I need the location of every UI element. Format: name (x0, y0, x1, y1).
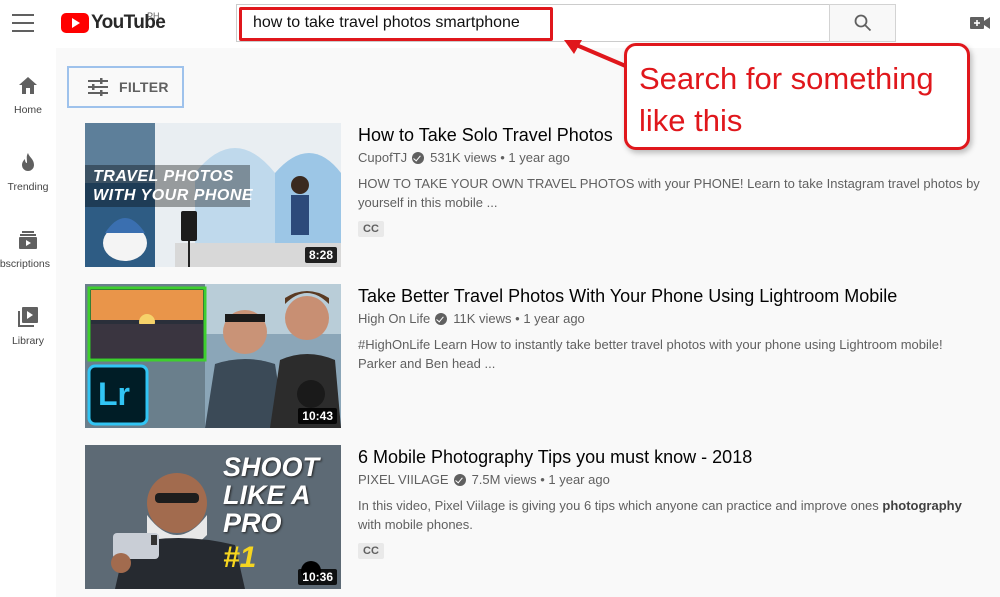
create-video-icon[interactable] (970, 15, 990, 31)
video-duration: 10:36 (298, 569, 337, 585)
thumbnail-text: PRO (223, 508, 282, 538)
callout-line: Search for something (639, 61, 934, 96)
upload-age: 1 year ago (523, 311, 585, 326)
video-result: SHOOT LIKE A PRO #1 10:36 6 Mobile Photo… (85, 445, 985, 590)
description-line: with mobile phones. (358, 517, 473, 532)
subscriptions-icon (19, 231, 37, 249)
thumbnail-caption: SHOOT LIKE A PRO (223, 453, 319, 537)
flame-icon (22, 153, 34, 171)
video-thumbnail[interactable]: Lr 10:43 (85, 284, 341, 428)
sliders-icon (88, 78, 108, 96)
channel-name[interactable]: High On Life (358, 311, 430, 326)
cc-badge: CC (358, 543, 384, 559)
video-meta: PIXEL VIILAGE 7.5M views • 1 year ago (358, 472, 988, 487)
cc-badge: CC (358, 221, 384, 237)
search-button[interactable] (829, 4, 896, 42)
thumbnail-caption: TRAVEL PHOTOS WITH YOUR PHONE (93, 167, 253, 205)
search-input[interactable]: how to take travel photos smartphone (236, 4, 830, 42)
description-line: HOW TO TAKE YOUR OWN TRAVEL PHOTOS with … (358, 176, 980, 191)
meta-separator: • (536, 472, 549, 487)
country-code: PH (147, 11, 160, 21)
sidebar-item-subscriptions[interactable]: ubscriptions (0, 228, 56, 270)
meta-separator: • (511, 311, 524, 326)
verified-icon (435, 312, 448, 325)
description-line: Parker and Ben head ... (358, 356, 496, 371)
thumbnail-text: TRAVEL PHOTOS (93, 168, 234, 185)
video-description: In this video, Pixel Viilage is giving y… (358, 496, 988, 534)
channel-name[interactable]: CupofTJ (358, 150, 407, 165)
view-count: 531K views (430, 150, 497, 165)
thumbnail-text: SHOOT (223, 452, 320, 482)
thumbnail-text: LIKE A (223, 480, 311, 510)
description-line: In this video, Pixel Viilage is giving y… (358, 496, 988, 515)
filter-button[interactable]: FILTER (67, 66, 184, 108)
video-meta: CupofTJ 531K views • 1 year ago (358, 150, 988, 165)
meta-separator: • (496, 150, 509, 165)
video-thumbnail[interactable]: SHOOT LIKE A PRO #1 10:36 (85, 445, 341, 589)
verified-icon (412, 151, 425, 164)
youtube-play-icon (61, 13, 89, 33)
video-thumbnail[interactable]: TRAVEL PHOTOS WITH YOUR PHONE 8:28 (85, 123, 341, 267)
video-duration: 10:43 (298, 408, 337, 424)
description-line: #HighOnLife Learn How to instantly take … (358, 337, 943, 352)
video-meta: High On Life 11K views • 1 year ago (358, 311, 988, 326)
video-description: HOW TO TAKE YOUR OWN TRAVEL PHOTOS with … (358, 174, 988, 212)
sidebar-item-label: ubscriptions (0, 258, 51, 270)
video-title[interactable]: Take Better Travel Photos With Your Phon… (358, 284, 988, 308)
search-icon (854, 14, 871, 32)
thumbnail-number: #1 (223, 541, 257, 574)
upload-age: 1 year ago (508, 150, 570, 165)
masthead: YouTube PH how to take travel photos sma… (0, 0, 1000, 48)
video-info: Take Better Travel Photos With Your Phon… (358, 284, 988, 373)
sidebar-item-home[interactable]: Home (0, 74, 56, 116)
thumbnail-text: WITH YOUR PHONE (93, 187, 254, 204)
filter-label: FILTER (119, 79, 169, 95)
search-query: how to take travel photos smartphone (253, 14, 520, 31)
sidebar-item-label: Library (11, 335, 45, 347)
callout-line: like this (639, 103, 743, 138)
sidebar-item-library[interactable]: Library (0, 305, 56, 347)
library-icon (18, 307, 38, 327)
home-icon (19, 77, 37, 94)
upload-age: 1 year ago (548, 472, 610, 487)
video-duration: 8:28 (304, 247, 337, 263)
lightroom-logo-text: Lr (98, 376, 130, 412)
video-info: 6 Mobile Photography Tips you must know … (358, 445, 988, 559)
menu-icon[interactable] (12, 14, 34, 32)
sidebar: Home Trending ubscriptions Library (0, 48, 56, 597)
video-title[interactable]: 6 Mobile Photography Tips you must know … (358, 445, 988, 469)
video-result: Lr 10:43 Take Better Travel Photos With … (85, 284, 985, 429)
video-description: #HighOnLife Learn How to instantly take … (358, 335, 988, 373)
description-highlight: photography (882, 498, 962, 513)
view-count: 11K views (453, 311, 512, 326)
annotation-callout: Search for something like this (624, 43, 970, 150)
verified-icon (453, 473, 466, 486)
channel-name[interactable]: PIXEL VIILAGE (358, 472, 449, 487)
sidebar-item-trending[interactable]: Trending (0, 151, 56, 193)
description-text: In this video, Pixel Viilage is giving y… (358, 498, 883, 513)
view-count: 7.5M views (471, 472, 537, 487)
description-line: yourself in this mobile ... (358, 195, 498, 210)
sidebar-item-label: Home (13, 104, 42, 116)
sidebar-item-label: Trending (7, 181, 49, 193)
